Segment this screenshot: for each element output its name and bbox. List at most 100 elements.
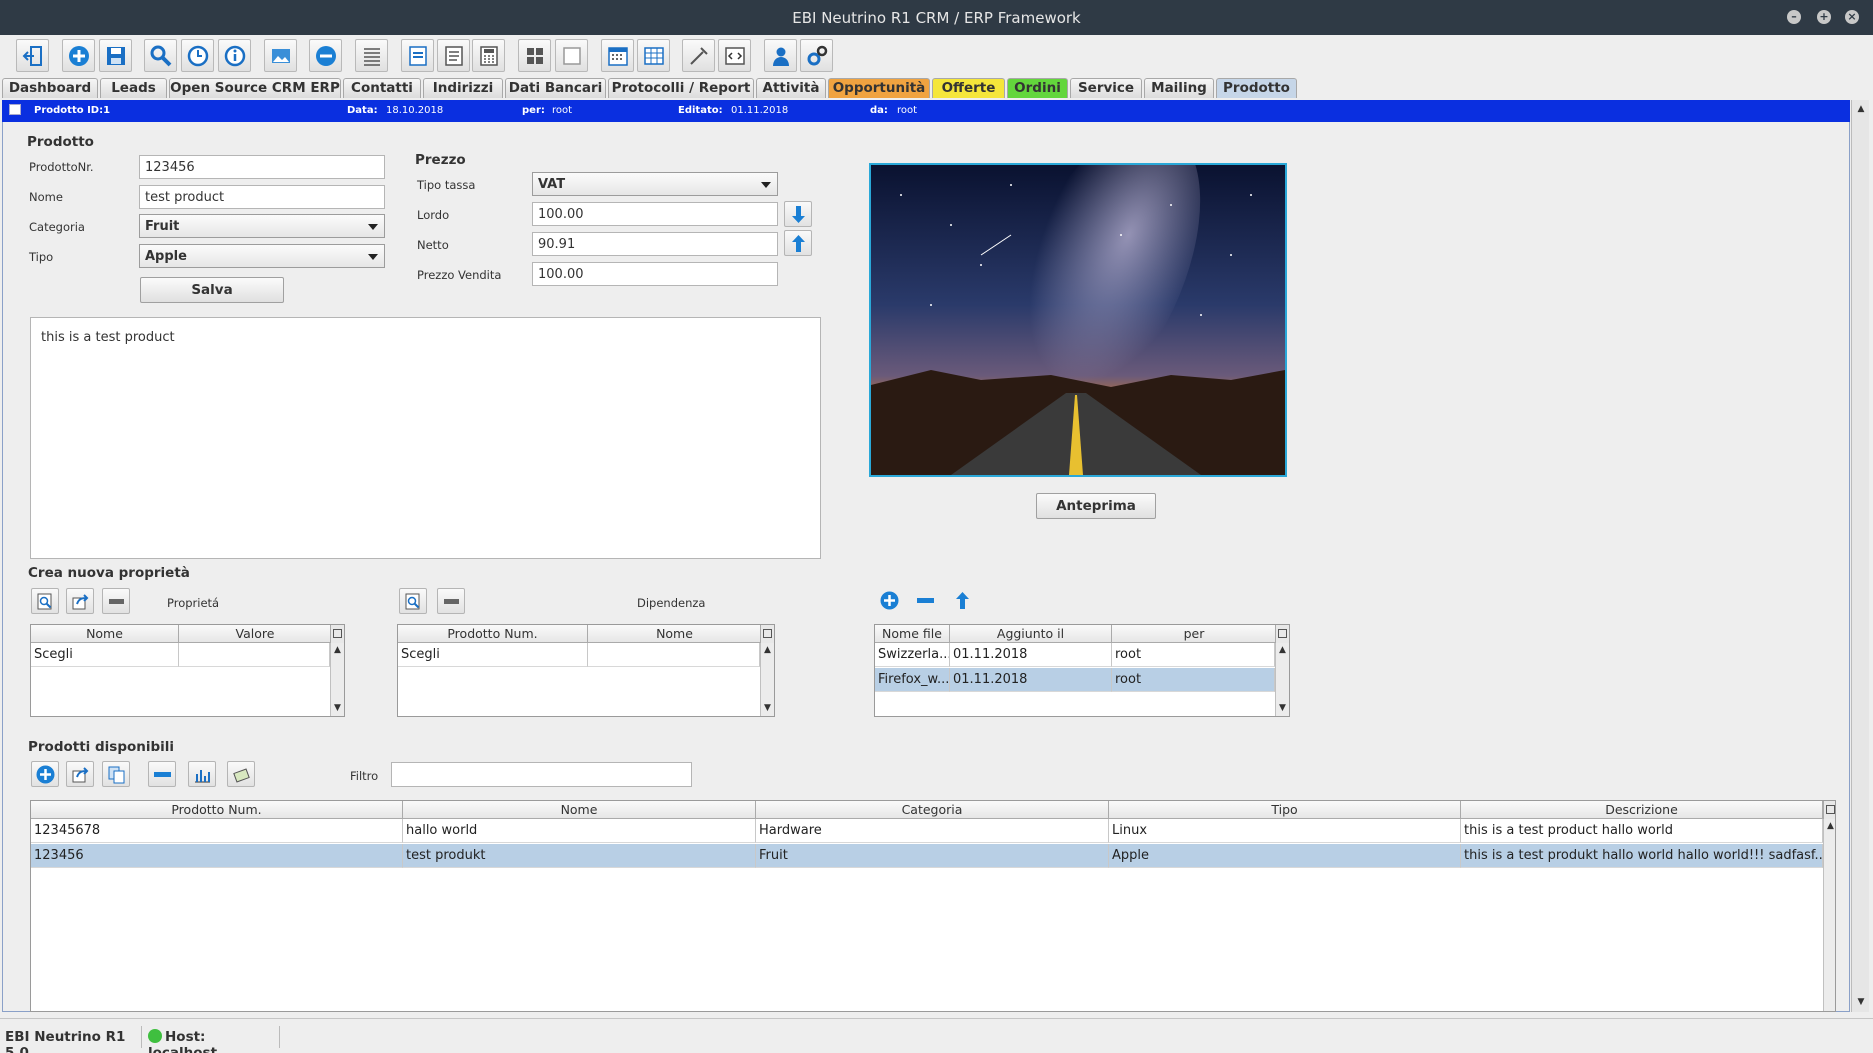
type-select[interactable]: Apple	[139, 244, 385, 268]
copy-icon	[108, 766, 125, 784]
maximize-icon[interactable]: +	[1817, 10, 1831, 24]
tab-dati-bancari[interactable]: Dati Bancari	[505, 78, 606, 98]
column-settings-icon[interactable]	[760, 625, 774, 643]
table-row[interactable]: Scegli	[398, 643, 760, 667]
net-field[interactable]: 90.91	[532, 232, 778, 256]
close-icon[interactable]: ×	[1845, 10, 1859, 24]
tab-indirizzi[interactable]: Indirizzi	[423, 78, 503, 98]
tab-opportunita[interactable]: Opportunità	[828, 78, 930, 98]
column-header-nome[interactable]: Nome	[588, 625, 762, 643]
remove-file-button[interactable]	[912, 588, 940, 614]
table-row[interactable]: 12345678 hallo world Hardware Linux this…	[31, 819, 1823, 843]
blank-button[interactable]	[555, 39, 588, 72]
info-button[interactable]	[218, 39, 251, 72]
add-file-button[interactable]	[876, 588, 904, 614]
product-nr-field[interactable]: 123456	[139, 155, 385, 179]
upload-file-button[interactable]	[949, 588, 977, 614]
preview-button[interactable]: Anteprima	[1036, 493, 1156, 519]
column-header-nome[interactable]: Nome	[403, 801, 756, 819]
history-button[interactable]	[181, 39, 214, 72]
available-products-scrollbar[interactable]: ▲	[1823, 819, 1835, 1011]
net-to-gross-button[interactable]	[784, 230, 812, 256]
search-button[interactable]	[144, 39, 177, 72]
dependency-scrollbar[interactable]: ▲ ▼	[760, 643, 774, 716]
table-row[interactable]: Swizzerla... 01.11.2018 root	[875, 643, 1275, 667]
tab-contatti[interactable]: Contatti	[343, 78, 421, 98]
column-header-categoria[interactable]: Categoria	[756, 801, 1109, 819]
image-button[interactable]	[264, 39, 297, 72]
new-button[interactable]	[62, 39, 95, 72]
sale-price-field[interactable]: 100.00	[532, 262, 778, 286]
column-settings-icon[interactable]	[1275, 625, 1289, 643]
column-header-prodotto-num[interactable]: Prodotto Num.	[31, 801, 403, 819]
category-select[interactable]: Fruit	[139, 214, 385, 238]
column-header-per[interactable]: per	[1112, 625, 1277, 643]
remove-dependency-button[interactable]	[437, 588, 465, 614]
column-header-tipo[interactable]: Tipo	[1109, 801, 1461, 819]
tab-open-source-crm-erp[interactable]: Open Source CRM ERP	[169, 78, 341, 98]
exit-button[interactable]	[16, 39, 49, 72]
gross-field[interactable]: 100.00	[532, 202, 778, 226]
new-icon	[69, 46, 89, 66]
search-property-button[interactable]	[31, 588, 59, 614]
column-header-prodotto-num[interactable]: Prodotto Num.	[398, 625, 588, 643]
delete-product-button[interactable]	[148, 761, 176, 787]
tab-attivita[interactable]: Attività	[756, 78, 826, 98]
code-button[interactable]	[718, 39, 751, 72]
column-header-valore[interactable]: Valore	[179, 625, 332, 643]
column-header-descrizione[interactable]: Descrizione	[1461, 801, 1823, 819]
description-textarea[interactable]: this is a test product	[30, 317, 821, 559]
table-row[interactable]: 123456 test produkt Fruit Apple this is …	[31, 844, 1823, 868]
column-header-nome[interactable]: Nome	[31, 625, 179, 643]
properties-scrollbar[interactable]: ▲ ▼	[330, 643, 344, 716]
grid-button[interactable]	[518, 39, 551, 72]
files-scrollbar[interactable]: ▲ ▼	[1275, 643, 1289, 716]
save-product-button[interactable]: Salva	[140, 277, 284, 303]
tab-prodotto[interactable]: Prodotto	[1216, 78, 1297, 98]
sale-price-label: Prezzo Vendita	[417, 268, 502, 282]
list-button[interactable]	[355, 39, 388, 72]
history-icon	[187, 45, 209, 67]
gross-label: Lordo	[417, 208, 450, 222]
column-settings-icon[interactable]	[1823, 801, 1835, 819]
minimize-icon[interactable]: –	[1787, 10, 1801, 24]
view-button[interactable]	[401, 39, 434, 72]
column-header-aggiunto-il[interactable]: Aggiunto il	[950, 625, 1112, 643]
tab-mailing[interactable]: Mailing	[1144, 78, 1214, 98]
table-row[interactable]: Scegli	[31, 643, 330, 667]
edit-product-button[interactable]	[66, 761, 94, 787]
page-scrollbar[interactable]: ▲ ▼	[1851, 100, 1869, 1012]
column-header-nome-file[interactable]: Nome file	[875, 625, 950, 643]
tab-offerte[interactable]: Offerte	[932, 78, 1005, 98]
export-product-button[interactable]	[227, 761, 255, 787]
calculator-button[interactable]	[472, 39, 505, 72]
filter-input[interactable]	[391, 762, 692, 787]
copy-product-button[interactable]	[102, 761, 130, 787]
tab-ordini[interactable]: Ordini	[1007, 78, 1068, 98]
table-cell: this is a test produkt hallo world hallo…	[1461, 844, 1823, 868]
delete-button[interactable]	[309, 39, 342, 72]
gross-to-net-button[interactable]	[784, 201, 812, 227]
search-dependency-button[interactable]	[399, 588, 427, 614]
tools-button[interactable]	[682, 39, 715, 72]
report-button[interactable]	[437, 39, 470, 72]
name-field[interactable]: test product	[139, 185, 385, 209]
user-button[interactable]	[764, 39, 797, 72]
tax-type-select[interactable]: VAT	[532, 172, 778, 196]
tab-leads[interactable]: Leads	[100, 78, 167, 98]
table-cell: 123456	[31, 844, 403, 868]
settings-button[interactable]	[800, 39, 833, 72]
tab-dashboard[interactable]: Dashboard	[2, 78, 98, 98]
table-cell: Linux	[1109, 819, 1461, 843]
add-product-button[interactable]	[31, 761, 59, 787]
edit-property-button[interactable]	[66, 588, 94, 614]
save-button[interactable]	[99, 39, 132, 72]
remove-property-button[interactable]	[102, 588, 130, 614]
tab-service[interactable]: Service	[1070, 78, 1142, 98]
column-settings-icon[interactable]	[330, 625, 344, 643]
calendar-button[interactable]	[601, 39, 634, 72]
table-button[interactable]	[637, 39, 670, 72]
table-row[interactable]: Firefox_w... 01.11.2018 root	[875, 668, 1275, 692]
tab-protocolli-report[interactable]: Protocolli / Report	[608, 78, 754, 98]
chart-product-button[interactable]	[188, 761, 216, 787]
